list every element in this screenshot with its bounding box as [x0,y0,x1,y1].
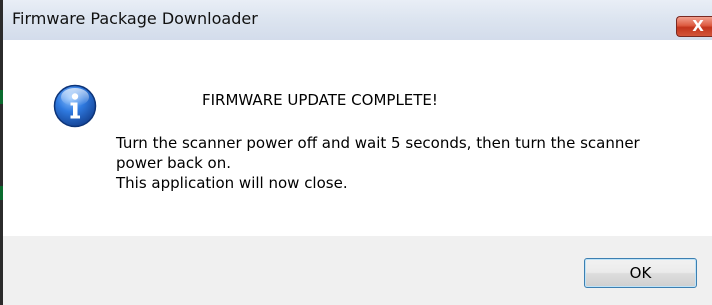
message-line: power back on. [116,154,231,172]
message-line: This application will now close. [116,174,348,192]
close-icon: X [692,17,704,35]
ok-button[interactable]: OK [584,258,697,288]
dialog-message: Turn the scanner power off and wait 5 se… [116,133,706,193]
dialog-footer: OK [3,236,712,305]
info-icon [53,84,97,128]
dialog-heading: FIRMWARE UPDATE COMPLETE! [202,91,438,109]
title-bar[interactable]: Firmware Package Downloader X [3,0,712,40]
message-dialog: Firmware Package Downloader X FIRMWARE U… [0,0,712,305]
message-line: Turn the scanner power off and wait 5 se… [116,134,640,152]
window-title: Firmware Package Downloader [12,9,258,28]
close-button[interactable]: X [676,16,712,37]
dialog-content: FIRMWARE UPDATE COMPLETE! Turn the scann… [3,40,712,236]
